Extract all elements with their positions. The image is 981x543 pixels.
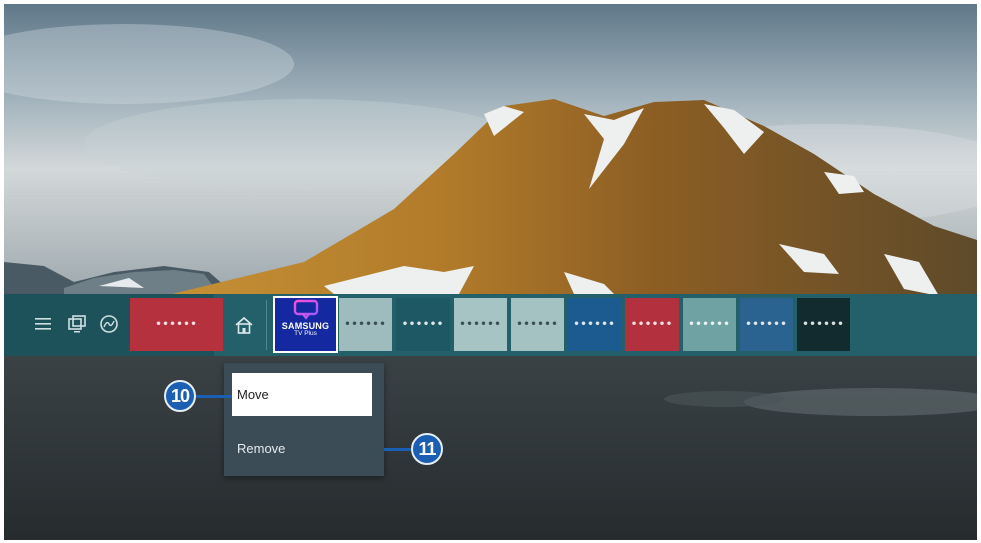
app-tile-8[interactable]: •••••• (683, 298, 736, 351)
app-tile-3[interactable]: •••••• (396, 298, 450, 351)
app-tile-9[interactable]: •••••• (740, 298, 793, 351)
app-tile-5[interactable]: •••••• (511, 298, 564, 351)
home-button[interactable] (226, 304, 262, 346)
callout-move-leader (196, 395, 232, 398)
tv-screen (4, 4, 977, 540)
samsung-tv-plus-tile[interactable]: SAMSUNG TV Plus (273, 296, 338, 353)
menu-icon[interactable] (32, 313, 54, 335)
remove-option[interactable]: Remove (232, 436, 372, 460)
source-icon[interactable] (66, 313, 88, 335)
ambient-icon[interactable] (98, 313, 120, 335)
tv-plus-icon (293, 299, 318, 320)
app-tile-10[interactable]: •••••• (797, 298, 850, 351)
move-option[interactable]: Move (232, 373, 372, 416)
app-tile-2[interactable]: •••••• (339, 298, 392, 351)
app-tile-6[interactable]: •••••• (568, 298, 621, 351)
callout-move-badge: 10 (164, 380, 196, 412)
callout-remove-leader (384, 448, 411, 451)
app-tile-7[interactable]: •••••• (625, 298, 679, 351)
background-landscape (4, 4, 977, 540)
tv-plus-label: TV Plus (294, 330, 317, 337)
app-tile-1[interactable]: •••••• (130, 298, 223, 351)
home-icon (235, 316, 253, 334)
callout-remove-badge: 11 (411, 433, 443, 465)
menu-divider (266, 300, 267, 350)
app-tile-4[interactable]: •••••• (454, 298, 507, 351)
